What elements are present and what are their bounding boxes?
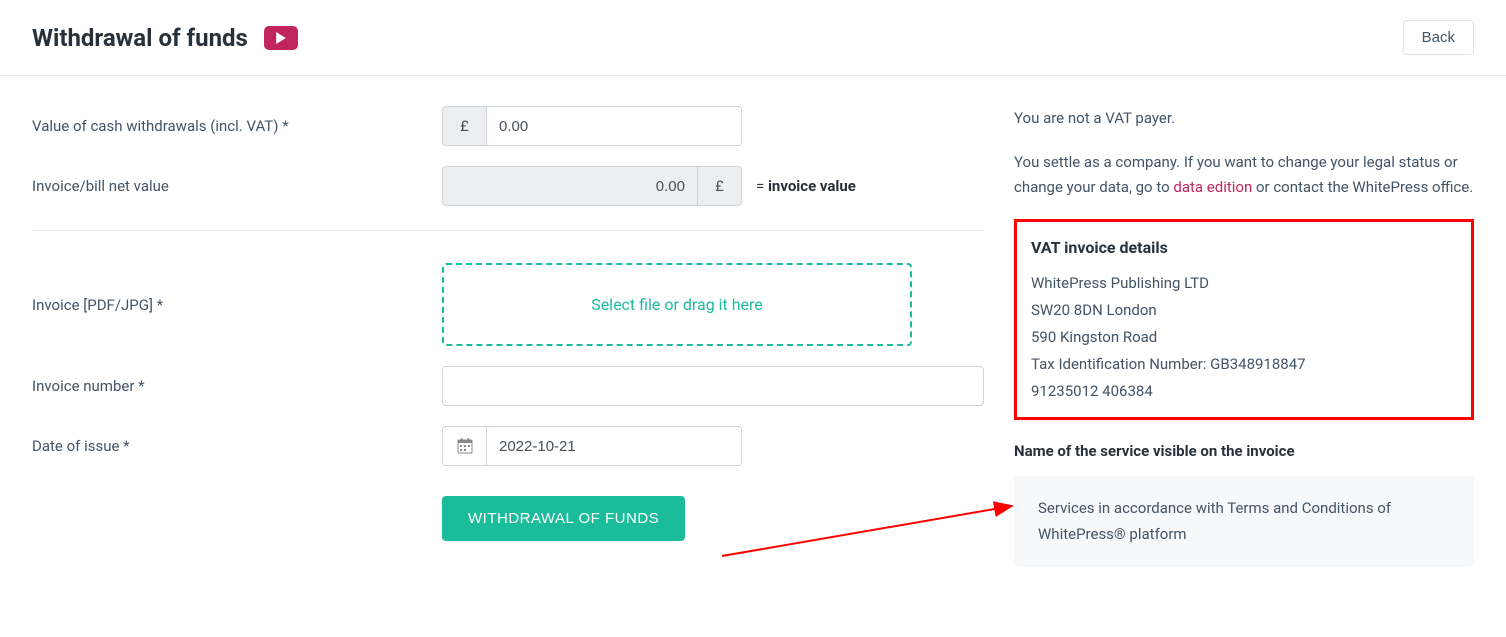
vat-extra-number: 91235012 406384 [1031, 378, 1457, 405]
date-input-group [442, 426, 742, 466]
company-settlement-info: You settle as a company. If you want to … [1014, 150, 1474, 201]
calendar-icon[interactable] [442, 426, 486, 466]
currency-prefix: £ [442, 106, 486, 146]
net-value-label: Invoice/bill net value [32, 177, 442, 195]
content: Value of cash withdrawals (incl. VAT) * … [0, 76, 1506, 597]
date-issue-input[interactable] [486, 426, 742, 466]
page-header: Withdrawal of funds Back [0, 0, 1506, 76]
title-wrap: Withdrawal of funds [32, 24, 298, 52]
row-date-issue: Date of issue * [32, 426, 984, 466]
withdrawal-value-label: Value of cash withdrawals (incl. VAT) * [32, 117, 442, 135]
date-control [442, 426, 984, 466]
back-button[interactable]: Back [1403, 20, 1474, 55]
withdrawal-submit-button[interactable]: WITHDRAWAL OF FUNDS [442, 496, 685, 541]
hint-prefix: = [756, 177, 768, 195]
vat-invoice-details-box: VAT invoice details WhitePress Publishin… [1014, 219, 1474, 421]
invoice-file-label: Invoice [PDF/JPG] * [32, 296, 442, 314]
vat-details-title: VAT invoice details [1031, 234, 1457, 263]
file-control: Select file or drag it here [442, 263, 984, 346]
invoice-number-label: Invoice number * [32, 377, 442, 395]
vat-company-name: WhitePress Publishing LTD [1031, 270, 1457, 297]
vat-address-line1: SW20 8DN London [1031, 297, 1457, 324]
row-invoice-number: Invoice number * [32, 366, 984, 406]
vat-tin: Tax Identification Number: GB348918847 [1031, 351, 1457, 378]
net-value-input [442, 166, 698, 206]
net-value-control: £ = invoice value [442, 166, 984, 206]
submit-control: WITHDRAWAL OF FUNDS [442, 496, 984, 541]
row-invoice-file: Invoice [PDF/JPG] * Select file or drag … [32, 263, 984, 346]
withdrawal-value-input[interactable] [486, 106, 742, 146]
form-divider [32, 230, 984, 231]
data-edition-link[interactable]: data edition [1173, 178, 1252, 196]
vat-address-line2: 590 Kingston Road [1031, 324, 1457, 351]
invoice-value-hint: = invoice value [756, 177, 856, 195]
withdrawal-value-control: £ [442, 106, 984, 146]
date-issue-label: Date of issue * [32, 437, 442, 455]
company-text-2: or contact the WhitePress office. [1252, 178, 1473, 196]
invoice-number-input[interactable] [442, 366, 984, 406]
row-net-value: Invoice/bill net value £ = invoice value [32, 166, 984, 206]
currency-suffix: £ [698, 166, 742, 206]
file-drop-zone[interactable]: Select file or drag it here [442, 263, 912, 346]
service-description-box: Services in accordance with Terms and Co… [1014, 476, 1474, 567]
hint-strong: invoice value [768, 177, 856, 195]
form-column: Value of cash withdrawals (incl. VAT) * … [32, 106, 984, 567]
video-help-icon[interactable] [264, 26, 298, 50]
row-submit: WITHDRAWAL OF FUNDS [32, 496, 984, 541]
sidebar-column: You are not a VAT payer. You settle as a… [1014, 106, 1474, 567]
net-input-group: £ [442, 166, 742, 206]
page-title: Withdrawal of funds [32, 24, 248, 52]
service-name-title: Name of the service visible on the invoi… [1014, 442, 1474, 460]
withdrawal-input-group: £ [442, 106, 742, 146]
vat-payer-status: You are not a VAT payer. [1014, 106, 1474, 132]
row-withdrawal-value: Value of cash withdrawals (incl. VAT) * … [32, 106, 984, 146]
invoice-number-control [442, 366, 984, 406]
